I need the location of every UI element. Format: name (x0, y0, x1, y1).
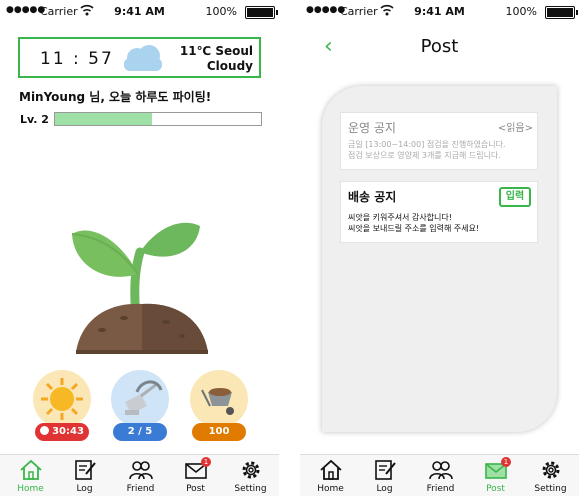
gear-icon (242, 461, 260, 479)
tab-friend-label: Friend (426, 484, 455, 494)
tab-log[interactable]: Log (357, 455, 412, 496)
friend-icon (129, 461, 153, 480)
page-title: Post (420, 36, 459, 57)
tab-post-label: Post (186, 484, 205, 494)
fertilizer-button[interactable] (190, 370, 248, 428)
home-screen: ●●●●● Carrier 9:41 AM 100% 11 : 57 11℃ S… (0, 0, 279, 496)
tab-setting[interactable]: Setting (523, 455, 578, 496)
notice-title: 운영 공지 (348, 121, 396, 135)
tab-home[interactable]: Home (3, 455, 58, 496)
log-icon (75, 460, 96, 480)
tab-log-label: Log (76, 484, 93, 494)
tab-log-label: Log (376, 484, 393, 494)
alarm-clock-icon (40, 426, 50, 435)
watering-can-icon (125, 380, 163, 415)
tab-setting[interactable]: Setting (223, 455, 278, 496)
cloud-icon (124, 45, 162, 71)
tab-bar: Home Log Friend 1 Post Setting (300, 454, 579, 496)
input-address-button[interactable]: 입력 (499, 187, 531, 207)
log-icon (375, 460, 396, 480)
home-icon (20, 459, 42, 480)
weather-condition: Cloudy (206, 59, 253, 73)
wheelbarrow-icon (201, 388, 234, 415)
sunlight-timer-value: 30:43 (52, 426, 84, 437)
tab-friend[interactable]: Friend (113, 455, 168, 496)
tab-home[interactable]: Home (303, 455, 358, 496)
battery-icon (545, 6, 578, 19)
battery-icon (245, 6, 278, 19)
level-progress-bar (54, 112, 262, 126)
notice-body-line: 씨앗을 키워주셔서 감사합니다! (348, 213, 452, 222)
fertilizer-count: 100 (192, 423, 246, 441)
notice-body-line: 점검 보상으로 영양제 3개를 지급해 드립니다. (348, 151, 501, 160)
tab-log[interactable]: Log (57, 455, 112, 496)
notification-badge: 1 (501, 457, 511, 467)
read-status: <읽음> (497, 123, 533, 134)
tab-post[interactable]: 1 Post (168, 455, 223, 496)
notification-badge: 1 (201, 457, 211, 467)
notice-body-line: 씨앗을 보내드릴 주소를 입력해 주세요! (348, 224, 480, 233)
tab-post-label: Post (486, 484, 505, 494)
sprout-plant-illustration (71, 222, 208, 354)
level-label: Lv. 2 (20, 113, 49, 126)
tab-home-label: Home (317, 484, 344, 494)
tab-post[interactable]: 1 Post (468, 455, 523, 496)
notice-body: 씨앗을 키워주셔서 감사합니다! 씨앗을 보내드릴 주소를 입력해 주세요! (348, 212, 538, 234)
water-count: 2 / 5 (113, 423, 167, 441)
battery-percent: 100% (205, 5, 237, 18)
post-screen: ●●●●● Carrier 9:41 AM 100% ‹ Post 운영 공지 … (300, 0, 579, 496)
status-time: 9:41 AM (114, 5, 165, 18)
clock-weather-panel: 11 : 57 11℃ Seoul Cloudy (18, 37, 261, 78)
tab-friend-label: Friend (126, 484, 155, 494)
tab-home-label: Home (17, 484, 44, 494)
post-header: ‹ Post (300, 24, 579, 70)
notice-title: 배송 공지 (348, 190, 397, 204)
status-bar: ●●●●● Carrier 9:41 AM 100% (300, 0, 579, 24)
home-icon (320, 459, 342, 480)
level-progress-fill (55, 113, 152, 125)
greeting-text: MinYoung 님, 오늘 하루도 파이팅! (19, 90, 212, 104)
tab-setting-label: Setting (534, 484, 567, 494)
temperature-location: 11℃ Seoul (179, 44, 253, 58)
tab-bar: Home Log Friend 1 Post Setting (0, 454, 279, 496)
weather-info: 11℃ Seoul Cloudy (180, 44, 253, 74)
sun-icon (41, 378, 83, 420)
battery-percent: 100% (505, 5, 537, 18)
notice-body-line: 금일 [13:00~14:00] 점검을 진행하였습니다. (348, 140, 506, 149)
clock-time: 11 : 57 (40, 49, 114, 69)
water-button[interactable] (111, 370, 169, 428)
notice-card-operation[interactable]: 운영 공지 <읽음> 금일 [13:00~14:00] 점검을 진행하였습니다.… (340, 112, 538, 170)
notice-card-delivery[interactable]: 배송 공지 입력 씨앗을 키워주셔서 감사합니다! 씨앗을 보내드릴 주소를 입… (340, 181, 538, 243)
notice-body: 금일 [13:00~14:00] 점검을 진행하였습니다. 점검 보상으로 영양… (348, 139, 538, 161)
tab-friend[interactable]: Friend (413, 455, 468, 496)
status-bar: ●●●●● Carrier 9:41 AM 100% (0, 0, 279, 24)
tab-setting-label: Setting (234, 484, 267, 494)
sunlight-timer: 30:43 (35, 423, 89, 441)
status-time: 9:41 AM (414, 5, 465, 18)
gear-icon (542, 461, 560, 479)
friend-icon (429, 461, 453, 480)
notice-panel: 운영 공지 <읽음> 금일 [13:00~14:00] 점검을 진행하였습니다.… (322, 86, 557, 432)
sunlight-button[interactable] (33, 370, 91, 428)
